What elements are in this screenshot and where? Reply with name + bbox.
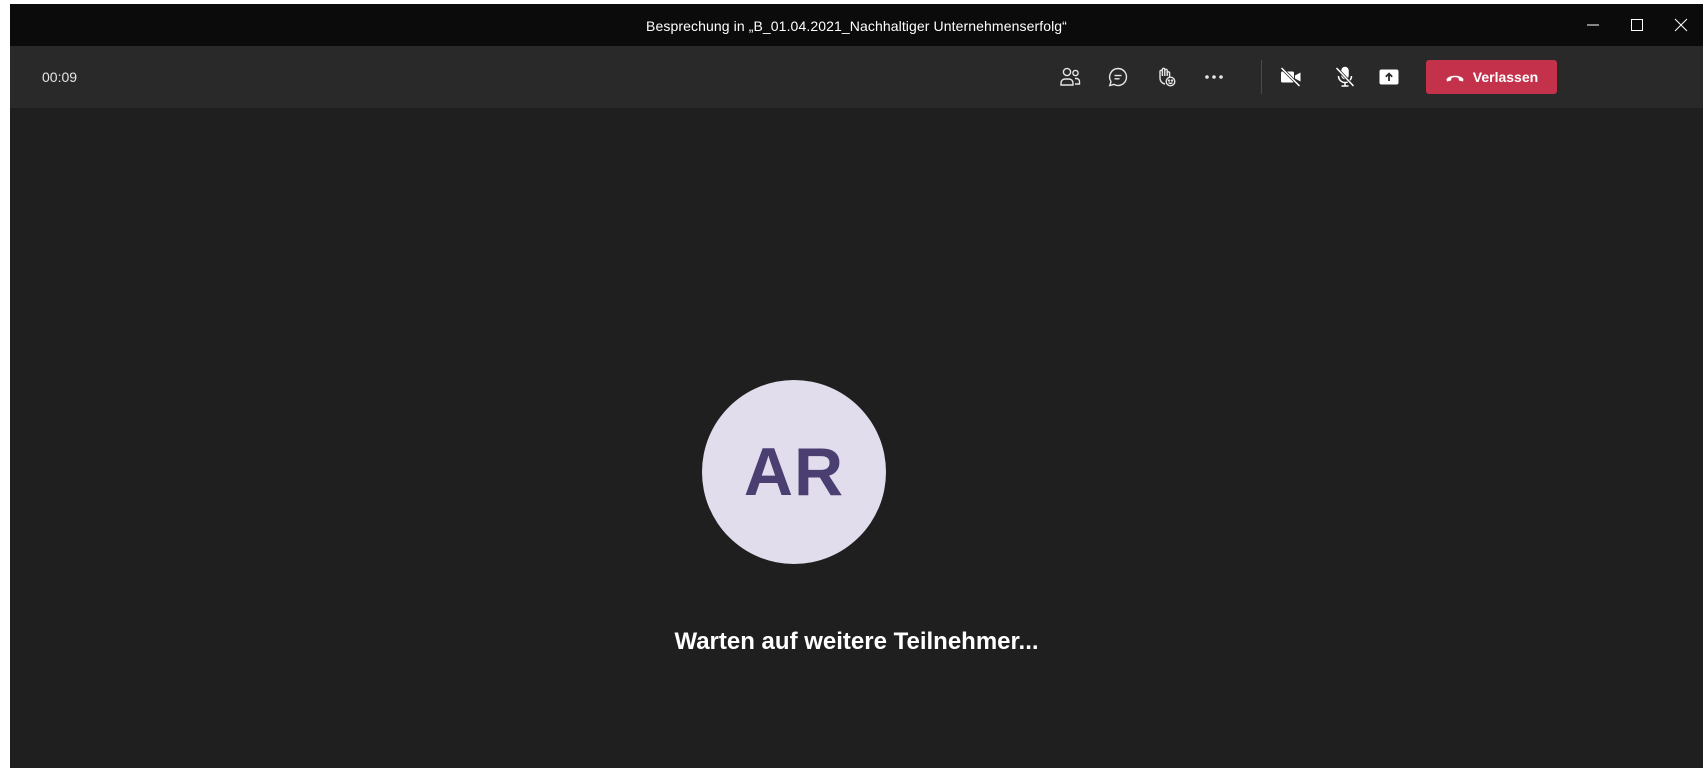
maximize-button[interactable] xyxy=(1615,4,1659,46)
waiting-message: Warten auf weitere Teilnehmer... xyxy=(674,628,1039,655)
meeting-stage: AR Warten auf weitere Teilnehmer... xyxy=(10,108,1703,768)
participants-icon xyxy=(1060,67,1081,86)
chat-button[interactable] xyxy=(1104,63,1132,91)
camera-off-icon xyxy=(1280,66,1301,88)
share-screen-button[interactable] xyxy=(1375,63,1403,91)
more-options-button[interactable] xyxy=(1200,63,1228,91)
more-options-icon xyxy=(1205,75,1223,79)
mic-off-icon xyxy=(1335,66,1355,88)
chat-icon xyxy=(1108,67,1128,87)
close-button[interactable] xyxy=(1659,4,1703,46)
reactions-icon xyxy=(1159,67,1176,87)
share-screen-icon xyxy=(1379,69,1399,85)
window-controls xyxy=(1571,4,1703,46)
participants-button[interactable] xyxy=(1056,63,1084,91)
leave-label: Verlassen xyxy=(1472,69,1539,85)
minimize-button[interactable] xyxy=(1571,4,1615,46)
camera-toggle-button[interactable] xyxy=(1277,63,1305,91)
toolbar-divider xyxy=(1261,60,1262,94)
avatar: AR xyxy=(702,380,886,564)
meeting-window: Besprechung in „B_01.04.2021_Nachhaltige… xyxy=(10,4,1703,768)
window-title: Besprechung in „B_01.04.2021_Nachhaltige… xyxy=(646,18,1067,34)
hang-up-icon xyxy=(1446,75,1464,82)
microphone-toggle-button[interactable] xyxy=(1331,63,1359,91)
leave-button[interactable]: Verlassen xyxy=(1426,60,1557,94)
call-timer: 00:09 xyxy=(42,69,78,85)
minimize-icon xyxy=(1587,24,1599,26)
meeting-toolbar: 00:09 Verlassen xyxy=(10,46,1703,108)
maximize-icon xyxy=(1631,19,1643,31)
close-icon xyxy=(1674,18,1688,32)
title-bar: Besprechung in „B_01.04.2021_Nachhaltige… xyxy=(10,4,1703,46)
reactions-button[interactable] xyxy=(1152,63,1180,91)
